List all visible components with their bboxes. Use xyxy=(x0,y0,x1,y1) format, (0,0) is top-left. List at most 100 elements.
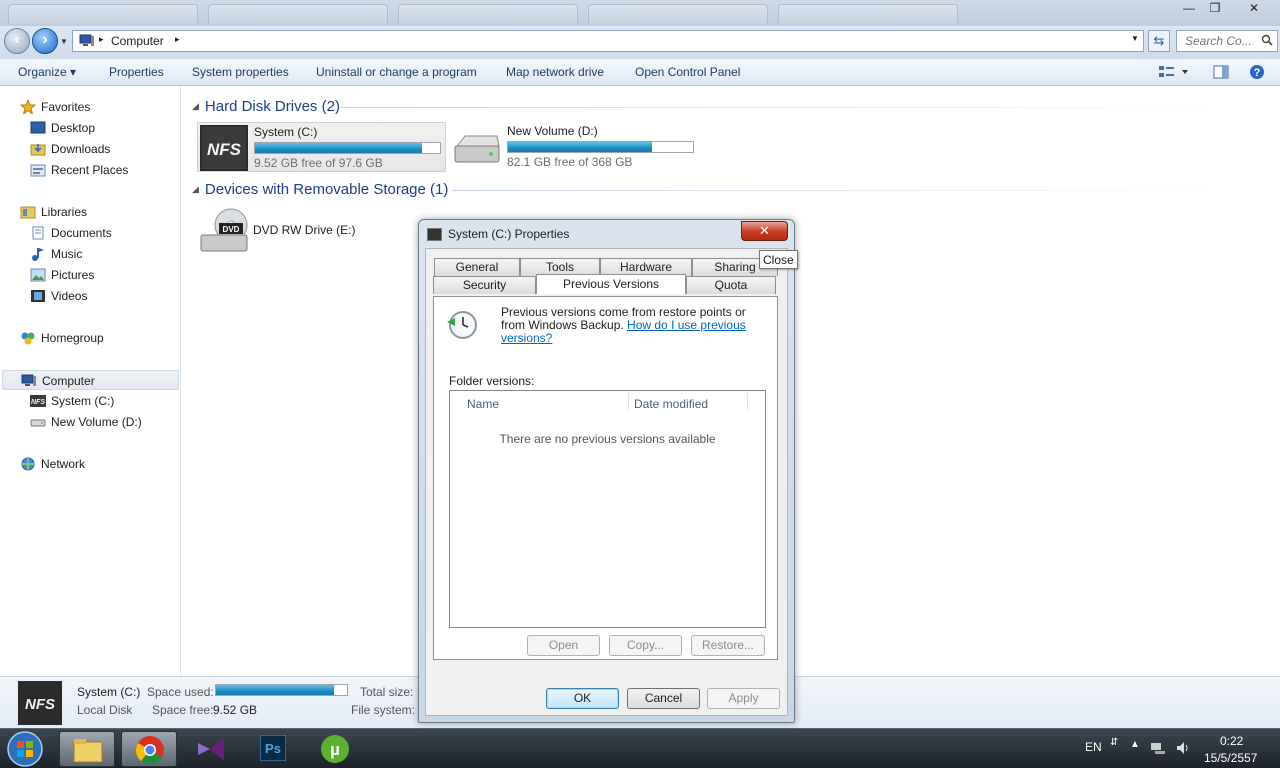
removable-storage-header[interactable]: ◢ Devices with Removable Storage (1) xyxy=(192,181,448,198)
drive-usage-bar xyxy=(507,141,694,153)
nav-downloads[interactable]: Downloads xyxy=(0,139,180,159)
hard-disk-drives-header[interactable]: ◢ Hard Disk Drives (2) xyxy=(192,98,340,115)
nav-system-c[interactable]: NFS System (C:) xyxy=(0,391,180,411)
minimize-button[interactable]: — xyxy=(1176,0,1202,18)
nav-videos-label: Videos xyxy=(51,289,88,303)
tab-security[interactable]: Security xyxy=(433,276,536,294)
no-versions-message: There are no previous versions available xyxy=(499,432,716,446)
nav-new-volume[interactable]: New Volume (D:) xyxy=(0,412,180,432)
dvd-badge-text: DVD xyxy=(223,225,240,234)
nav-computer[interactable]: Computer xyxy=(2,370,179,390)
dialog-title: System (C:) Properties xyxy=(448,227,570,241)
nav-favorites[interactable]: Favorites xyxy=(0,97,180,117)
open-button[interactable]: Open xyxy=(527,635,600,656)
drive-new-volume-d[interactable]: New Volume (D:) 82.1 GB free of 368 GB xyxy=(451,122,700,172)
taskbar-chrome[interactable] xyxy=(121,731,177,767)
search-input[interactable] xyxy=(1177,31,1261,51)
dialog-close-button[interactable]: ✕ xyxy=(741,221,788,241)
taskbar-photoshop[interactable]: Ps xyxy=(245,731,301,767)
cancel-button[interactable]: Cancel xyxy=(627,688,700,709)
nfs-drive-icon: NFS xyxy=(200,125,248,171)
nav-pictures[interactable]: Pictures xyxy=(0,265,180,285)
address-bar[interactable]: ▸ Computer ▸ ▼ xyxy=(72,30,1144,52)
preview-pane-icon[interactable] xyxy=(1213,64,1229,80)
nav-homegroup[interactable]: Homegroup xyxy=(0,328,180,348)
tab-previous-versions[interactable]: Previous Versions xyxy=(536,274,686,294)
details-drive-name: System (C:) xyxy=(77,685,141,699)
nav-computer-label: Computer xyxy=(42,374,95,388)
restore-button[interactable]: Restore... xyxy=(691,635,765,656)
open-control-panel-button[interactable]: Open Control Panel xyxy=(635,65,740,79)
videos-icon xyxy=(31,290,45,302)
search-icon[interactable] xyxy=(1261,34,1273,46)
volume-icon[interactable] xyxy=(1176,741,1190,755)
dialog-drive-icon xyxy=(427,228,442,241)
address-dropdown-icon[interactable]: ▼ xyxy=(1131,34,1139,43)
maximize-button[interactable]: ❐ xyxy=(1202,0,1228,18)
nav-pictures-label: Pictures xyxy=(51,268,95,282)
refresh-button[interactable]: ⇆ xyxy=(1148,30,1170,52)
nav-downloads-label: Downloads xyxy=(51,142,111,156)
map-network-drive-button[interactable]: Map network drive xyxy=(506,65,604,79)
drive-system-c[interactable]: NFS System (C:) 9.52 GB free of 97.6 GB xyxy=(197,122,446,172)
forward-button[interactable]: › xyxy=(32,28,58,54)
breadcrumb-computer[interactable]: Computer xyxy=(111,34,164,48)
computer-icon xyxy=(21,374,36,386)
language-indicator[interactable]: EN xyxy=(1085,740,1102,754)
change-view-icon[interactable] xyxy=(1158,64,1188,80)
nav-libraries-label: Libraries xyxy=(41,205,88,219)
taskbar-visual-studio[interactable] xyxy=(183,731,239,767)
column-header-date-modified[interactable]: Date modified xyxy=(634,397,708,411)
tab-quota[interactable]: Quota xyxy=(686,276,776,294)
column-separator[interactable] xyxy=(628,393,629,411)
drive-usage-fill xyxy=(255,143,422,153)
nav-music[interactable]: Music xyxy=(0,244,180,264)
svg-text:NFS: NFS xyxy=(31,399,45,406)
tab-general[interactable]: General xyxy=(434,258,520,276)
nav-network[interactable]: Network xyxy=(0,454,180,474)
nav-recent-places[interactable]: Recent Places xyxy=(0,160,180,180)
organize-menu[interactable]: Organize ▾ xyxy=(18,65,76,79)
dialog-body: General Tools Hardware Sharing Security … xyxy=(425,248,788,716)
space-free-label: Space free: xyxy=(152,703,214,717)
nav-desktop[interactable]: Desktop xyxy=(0,118,180,138)
help-icon[interactable]: ? xyxy=(1249,64,1265,80)
recent-pages-chevron-icon[interactable]: ▼ xyxy=(60,37,68,46)
properties-button[interactable]: Properties xyxy=(109,65,164,79)
background-tab xyxy=(8,4,198,24)
photoshop-icon: Ps xyxy=(260,735,286,761)
column-header-name[interactable]: Name xyxy=(467,397,499,411)
nav-documents[interactable]: Documents xyxy=(0,223,180,243)
folder-versions-list[interactable]: Name Date modified There are no previous… xyxy=(449,390,766,628)
nav-recent-label: Recent Places xyxy=(51,163,129,177)
utorrent-icon: µ xyxy=(321,735,349,763)
visual-studio-icon xyxy=(198,737,224,761)
nav-new-volume-label: New Volume (D:) xyxy=(51,415,142,429)
system-properties-button[interactable]: System properties xyxy=(192,65,289,79)
clock-date[interactable]: 15/5/2557 xyxy=(1204,751,1257,765)
nav-libraries[interactable]: Libraries xyxy=(0,202,180,222)
svg-text:NFS: NFS xyxy=(25,696,55,713)
breadcrumb-chevron-icon[interactable]: ▸ xyxy=(175,34,180,45)
clock-time[interactable]: 0:22 xyxy=(1220,734,1243,748)
column-separator[interactable] xyxy=(747,393,748,411)
nav-videos[interactable]: Videos xyxy=(0,286,180,306)
network-tray-icon[interactable] xyxy=(1150,741,1166,755)
drive-free-space: 82.1 GB free of 368 GB xyxy=(507,155,633,169)
taskbar: Ps µ EN ⇵ ▲ 0:22 15/5/2557 xyxy=(0,728,1280,768)
pictures-icon xyxy=(30,268,46,282)
show-hidden-icons-icon[interactable]: ▲ xyxy=(1130,739,1140,750)
uninstall-program-button[interactable]: Uninstall or change a program xyxy=(316,65,477,79)
ok-button[interactable]: OK xyxy=(546,688,619,709)
taskbar-utorrent[interactable]: µ xyxy=(307,731,363,767)
taskbar-explorer[interactable] xyxy=(59,731,115,767)
close-window-button[interactable]: ✕ xyxy=(1228,0,1280,18)
copy-button[interactable]: Copy... xyxy=(609,635,682,656)
start-button-icon[interactable] xyxy=(5,730,45,768)
back-button[interactable]: ‹ xyxy=(4,28,30,54)
apply-button[interactable]: Apply xyxy=(707,688,780,709)
breadcrumb-chevron-icon[interactable]: ▸ xyxy=(99,34,104,45)
pen-tray-icon[interactable]: ⇵ xyxy=(1110,737,1118,748)
search-box[interactable] xyxy=(1176,30,1278,52)
drive-dvd-e[interactable]: DVD DVD RW Drive (E:) xyxy=(197,205,397,255)
